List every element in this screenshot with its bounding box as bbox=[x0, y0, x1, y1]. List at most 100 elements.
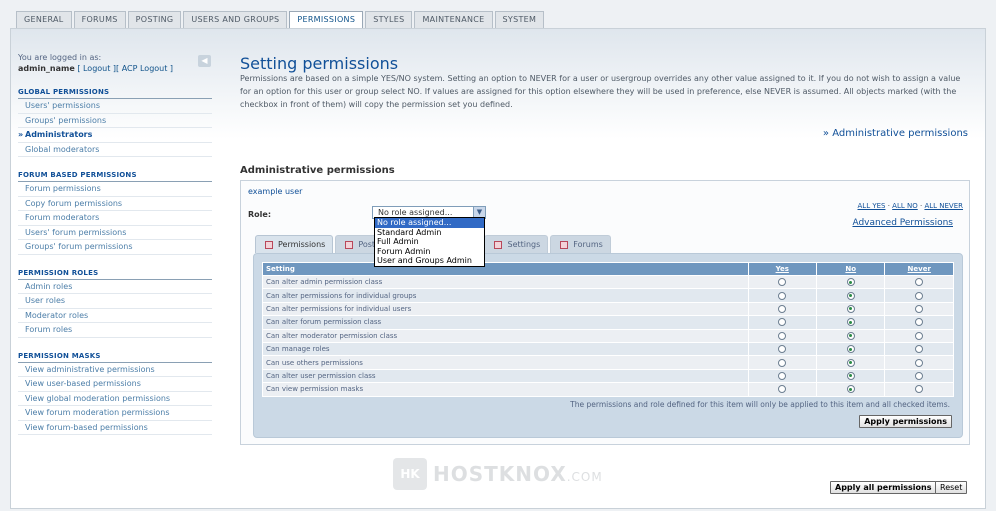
setting-label: Can alter admin permission class bbox=[262, 274, 749, 290]
sidebar-item-users-forum-permissions[interactable]: Users' forum permissions bbox=[18, 226, 212, 240]
tab-system[interactable]: SYSTEM bbox=[494, 11, 545, 28]
role-option-no-role-assigned[interactable]: No role assigned... bbox=[375, 218, 484, 228]
all-yes-link[interactable]: ALL YES bbox=[858, 202, 886, 210]
administrative-permissions-link[interactable]: » Administrative permissions bbox=[823, 128, 968, 139]
radio-never[interactable] bbox=[915, 331, 924, 340]
sidebar-item-admin-roles[interactable]: Admin roles bbox=[18, 280, 212, 294]
sidebar-item-groups-permissions[interactable]: Groups' permissions bbox=[18, 114, 212, 128]
apply-all-permissions-button[interactable]: Apply all permissions bbox=[830, 481, 937, 494]
radio-no[interactable] bbox=[846, 331, 855, 340]
sidebar-item-view-global-moderation-permissions[interactable]: View global moderation permissions bbox=[18, 392, 212, 406]
radio-yes[interactable] bbox=[778, 304, 787, 313]
role-dropdown-list: No role assigned... Standard Admin Full Ad… bbox=[374, 217, 485, 267]
advanced-permissions-link[interactable]: Advanced Permissions bbox=[852, 218, 953, 228]
setting-label: Can alter permissions for individual use… bbox=[262, 301, 749, 317]
radio-yes[interactable] bbox=[778, 291, 787, 300]
never-header[interactable]: Never bbox=[884, 262, 954, 276]
tab-checkbox[interactable] bbox=[265, 241, 273, 249]
tab-permissions[interactable]: PERMISSIONS bbox=[289, 11, 364, 29]
radio-no[interactable] bbox=[846, 304, 855, 313]
perm-tab-permissions[interactable]: Permissions bbox=[255, 235, 334, 253]
sidebar-item-forum-moderators[interactable]: Forum moderators bbox=[18, 211, 212, 226]
radio-never[interactable] bbox=[915, 385, 924, 394]
tab-forums[interactable]: FORUMS bbox=[73, 11, 126, 28]
sidebar-item-groups-forum-permissions[interactable]: Groups' forum permissions bbox=[18, 240, 212, 255]
sidebar-item-administrators[interactable]: Administrators bbox=[18, 128, 212, 143]
sidebar-item-user-roles[interactable]: User roles bbox=[18, 294, 212, 309]
radio-yes[interactable] bbox=[778, 385, 787, 394]
sidebar: You are logged in as: admin_name [ Logou… bbox=[18, 52, 212, 435]
role-label: Role: bbox=[248, 210, 272, 219]
setting-label: Can view permission masks bbox=[262, 382, 749, 397]
role-option-forum-admin[interactable]: Forum Admin bbox=[375, 247, 484, 257]
top-tab-bar: GENERAL FORUMS POSTING USERS AND GROUPS PERM… bbox=[16, 11, 546, 29]
watermark: HK HOSTKNOX.COM bbox=[393, 458, 603, 490]
perm-tab-label: Forums bbox=[573, 240, 603, 249]
tab-checkbox[interactable] bbox=[560, 241, 569, 249]
radio-never[interactable] bbox=[915, 371, 924, 380]
radio-yes[interactable] bbox=[778, 358, 787, 367]
sidebar-item-view-forum-based-permissions[interactable]: View forum-based permissions bbox=[18, 421, 212, 435]
tab-styles[interactable]: STYLES bbox=[365, 11, 413, 28]
sidebar-item-view-administrative-permissions[interactable]: View administrative permissions bbox=[18, 363, 212, 377]
radio-yes[interactable] bbox=[778, 318, 787, 327]
sidebar-item-moderator-roles[interactable]: Moderator roles bbox=[18, 309, 212, 323]
sidebar-item-forum-permissions[interactable]: Forum permissions bbox=[18, 182, 212, 197]
all-no-link[interactable]: ALL NO bbox=[892, 202, 918, 210]
radio-yes[interactable] bbox=[778, 331, 787, 340]
radio-no[interactable] bbox=[846, 345, 855, 354]
sidebar-item-copy-forum-permissions[interactable]: Copy forum permissions bbox=[18, 197, 212, 211]
collapse-sidebar-icon[interactable]: ◀ bbox=[198, 55, 211, 67]
radio-no[interactable] bbox=[846, 371, 855, 380]
radio-never[interactable] bbox=[915, 345, 924, 354]
table-row: Can manage roles bbox=[262, 341, 954, 357]
radio-no[interactable] bbox=[846, 291, 855, 300]
logout-link[interactable]: [ Logout ] bbox=[77, 64, 116, 73]
sidebar-item-view-forum-moderation-permissions[interactable]: View forum moderation permissions bbox=[18, 406, 212, 421]
no-header[interactable]: No bbox=[815, 262, 886, 276]
sidebar-item-forum-roles[interactable]: Forum roles bbox=[18, 323, 212, 338]
perm-tab-forums[interactable]: Forums bbox=[550, 235, 611, 253]
username: admin_name bbox=[18, 64, 75, 73]
tab-general[interactable]: GENERAL bbox=[16, 11, 72, 28]
role-option-full-admin[interactable]: Full Admin bbox=[375, 237, 484, 247]
sidebar-item-global-moderators[interactable]: Global moderators bbox=[18, 143, 212, 157]
permission-area: Setting Yes No Never Can alter admin per… bbox=[253, 253, 963, 438]
role-option-user-and-groups-admin[interactable]: User and Groups Admin bbox=[375, 256, 484, 266]
menu-heading-forum-based-permissions: FORUM BASED PERMISSIONS bbox=[18, 171, 212, 182]
radio-no[interactable] bbox=[846, 278, 855, 287]
apply-permissions-button[interactable]: Apply permissions bbox=[859, 415, 952, 428]
table-row: Can view permission masks bbox=[262, 382, 954, 397]
radio-no[interactable] bbox=[846, 385, 855, 394]
tab-maintenance[interactable]: MAINTENANCE bbox=[414, 11, 493, 28]
radio-never[interactable] bbox=[915, 358, 924, 367]
tab-users-and-groups[interactable]: USERS AND GROUPS bbox=[183, 11, 288, 28]
table-row: Can alter forum permission class bbox=[262, 315, 954, 330]
radio-yes[interactable] bbox=[778, 371, 787, 380]
radio-no[interactable] bbox=[846, 318, 855, 327]
radio-never[interactable] bbox=[915, 278, 924, 287]
watermark-suffix: .COM bbox=[566, 470, 603, 484]
reset-button[interactable]: Reset bbox=[935, 481, 968, 494]
radio-yes[interactable] bbox=[778, 278, 787, 287]
menu-heading-permission-roles: PERMISSION ROLES bbox=[18, 269, 212, 280]
tab-checkbox[interactable] bbox=[494, 241, 503, 249]
radio-no[interactable] bbox=[846, 358, 855, 367]
radio-never[interactable] bbox=[915, 304, 924, 313]
tab-posting[interactable]: POSTING bbox=[127, 11, 182, 28]
sidebar-item-users-permissions[interactable]: Users' permissions bbox=[18, 99, 212, 114]
section-title: Administrative permissions bbox=[240, 165, 395, 176]
tab-checkbox[interactable] bbox=[345, 241, 354, 249]
perm-tab-settings[interactable]: Settings bbox=[484, 235, 549, 253]
all-never-link[interactable]: ALL NEVER bbox=[924, 202, 963, 210]
role-option-standard-admin[interactable]: Standard Admin bbox=[375, 228, 484, 238]
all-links: ALL YES · ALL NO · ALL NEVER bbox=[857, 202, 964, 210]
acp-logout-link[interactable]: [ ACP Logout ] bbox=[116, 64, 173, 73]
sidebar-item-view-user-based-permissions[interactable]: View user-based permissions bbox=[18, 377, 212, 392]
radio-yes[interactable] bbox=[778, 345, 787, 354]
setting-label: Can alter permissions for individual gro… bbox=[262, 288, 749, 303]
radio-never[interactable] bbox=[915, 318, 924, 327]
radio-never[interactable] bbox=[915, 291, 924, 300]
table-row: Can use others permissions bbox=[262, 355, 954, 370]
yes-header[interactable]: Yes bbox=[747, 262, 817, 276]
